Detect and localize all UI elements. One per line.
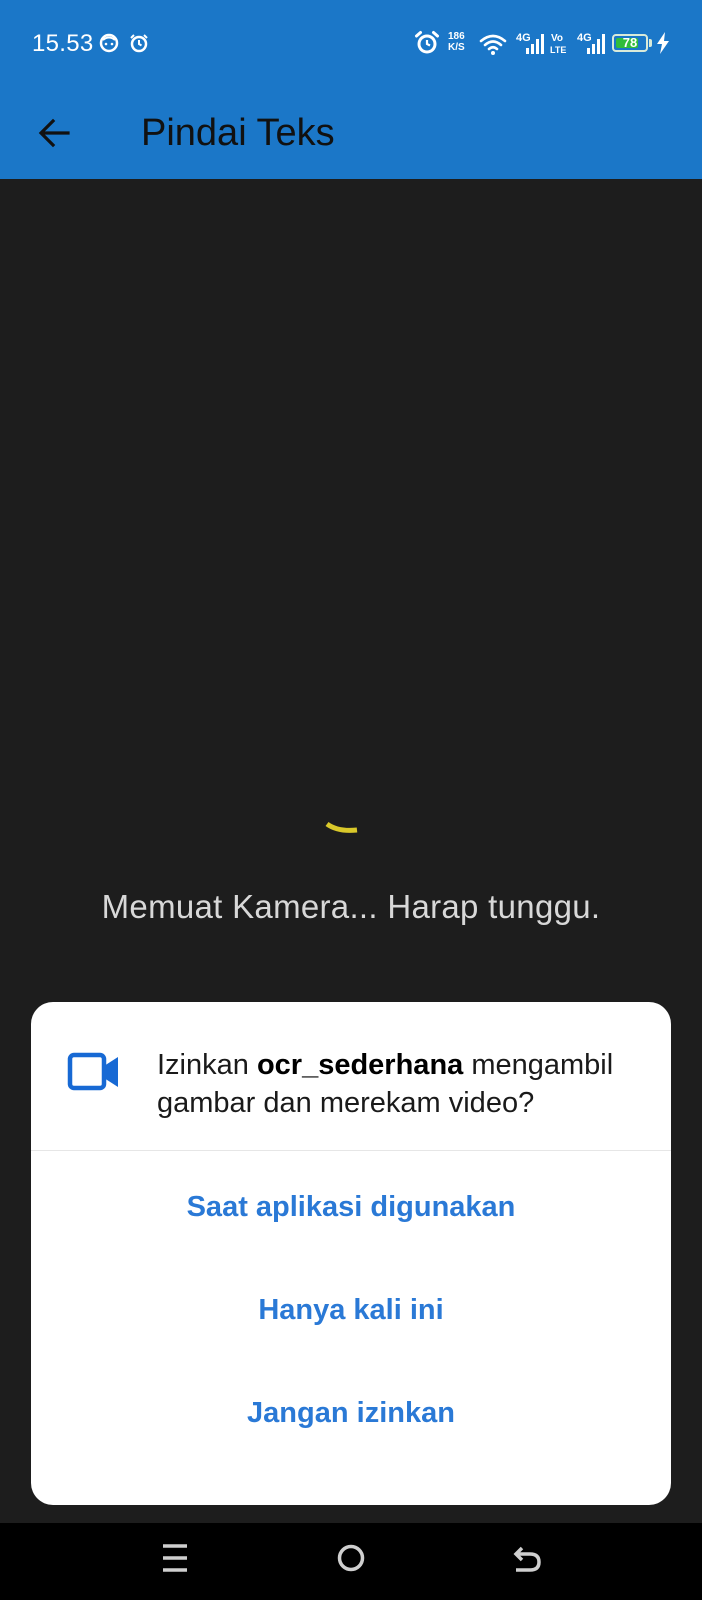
page-title: Pindai Teks	[141, 112, 335, 154]
battery-terminal	[649, 39, 652, 47]
arrow-left-icon	[38, 118, 70, 148]
system-navigation-bar	[0, 1523, 702, 1600]
network-speed-unit: K/S	[448, 42, 465, 53]
allow-once-button[interactable]: Hanya kali ini	[31, 1280, 671, 1340]
deny-button[interactable]: Jangan izinkan	[31, 1383, 671, 1443]
status-time: 15.53	[32, 30, 94, 57]
loading-message: Memuat Kamera... Harap tunggu.	[101, 888, 601, 925]
loading-spinner	[325, 821, 358, 833]
status-bar: 15.53 186 K/S 4G Vo LTE 4G 78	[0, 0, 702, 88]
alarm-icon	[415, 31, 439, 54]
back-button[interactable]	[30, 108, 80, 158]
permission-message: Izinkan ocr_sederhana mengambil gambar d…	[157, 1046, 647, 1122]
dialog-divider	[31, 1150, 671, 1151]
signal-4g-icon-1: 4G	[516, 32, 544, 54]
battery-indicator: 78	[612, 34, 648, 52]
menu-icon[interactable]	[160, 1541, 190, 1575]
charging-bolt-icon	[657, 32, 669, 54]
wifi-icon	[479, 34, 507, 55]
battery-level: 78	[622, 35, 638, 50]
svg-text:Vo: Vo	[551, 33, 563, 44]
volte-icon: Vo LTE	[550, 33, 566, 55]
alarm-small-icon	[130, 34, 148, 53]
permission-dialog: Izinkan ocr_sederhana mengambil gambar d…	[31, 1002, 671, 1505]
network-speed-value: 186	[448, 31, 465, 42]
signal-4g-icon-2: 4G	[577, 32, 605, 54]
svg-text:4G: 4G	[516, 32, 531, 44]
app-bar: Pindai Teks	[0, 88, 702, 179]
allow-while-using-button[interactable]: Saat aplikasi digunakan	[31, 1177, 671, 1237]
permission-app-name: ocr_sederhana	[256, 1049, 464, 1081]
svg-text:LTE: LTE	[550, 45, 566, 55]
back-icon[interactable]	[510, 1541, 544, 1575]
videocam-icon	[67, 1052, 118, 1091]
home-icon[interactable]	[334, 1541, 368, 1575]
face-notification-icon	[99, 33, 119, 53]
permission-message-prefix: Izinkan	[157, 1049, 257, 1081]
network-speed: 186 K/S	[448, 31, 465, 53]
svg-text:4G: 4G	[577, 32, 592, 44]
